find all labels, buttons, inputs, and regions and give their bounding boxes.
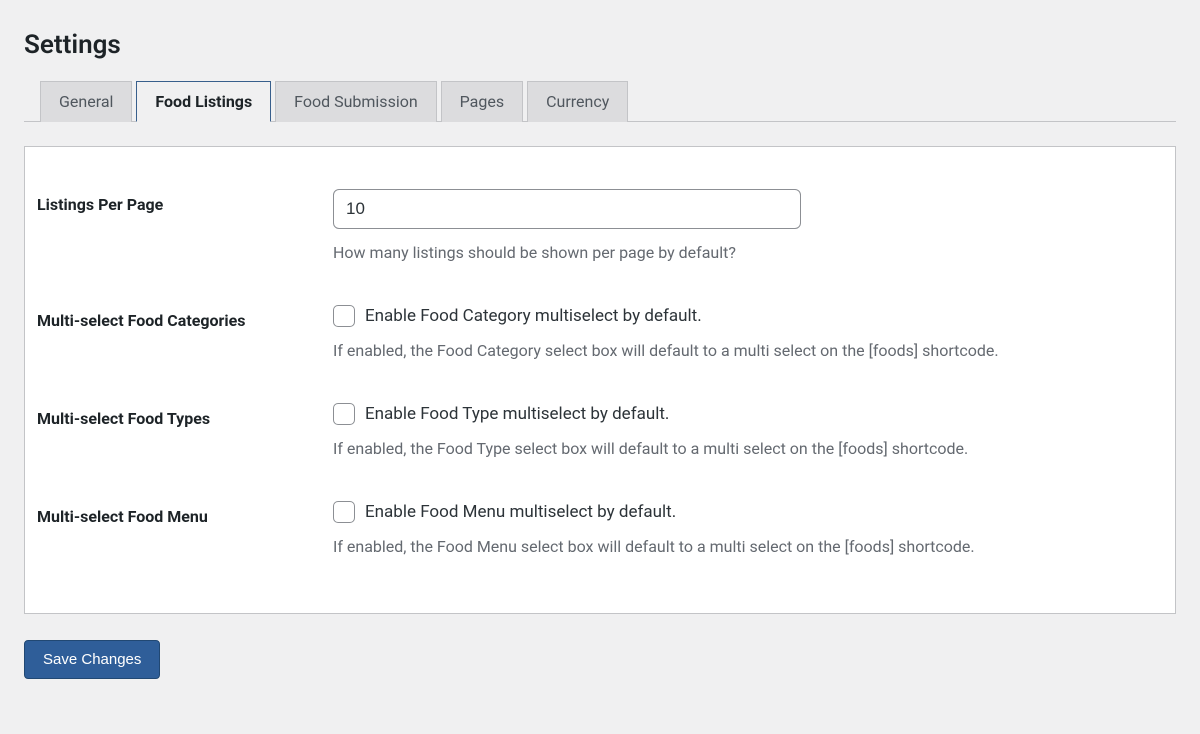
checkbox-multi-types[interactable] bbox=[333, 403, 355, 425]
checkbox-multi-menu[interactable] bbox=[333, 501, 355, 523]
tab-food-listings[interactable]: Food Listings bbox=[136, 81, 271, 122]
input-listings-per-page[interactable] bbox=[333, 189, 801, 229]
tab-currency[interactable]: Currency bbox=[527, 81, 628, 122]
row-multi-categories: Multi-select Food Categories Enable Food… bbox=[37, 285, 1163, 383]
help-multi-categories: If enabled, the Food Category select box… bbox=[333, 339, 1163, 363]
help-listings-per-page: How many listings should be shown per pa… bbox=[333, 241, 1163, 265]
help-multi-types: If enabled, the Food Type select box wil… bbox=[333, 437, 1163, 461]
save-changes-button[interactable]: Save Changes bbox=[24, 640, 160, 679]
settings-panel: Listings Per Page How many listings shou… bbox=[24, 146, 1176, 614]
tabs-nav: General Food Listings Food Submission Pa… bbox=[24, 80, 1176, 122]
checkbox-label-multi-menu: Enable Food Menu multiselect by default. bbox=[365, 502, 676, 522]
row-multi-menu: Multi-select Food Menu Enable Food Menu … bbox=[37, 481, 1163, 579]
checkbox-label-multi-categories: Enable Food Category multiselect by defa… bbox=[365, 306, 702, 326]
checkbox-multi-categories[interactable] bbox=[333, 305, 355, 327]
row-multi-types: Multi-select Food Types Enable Food Type… bbox=[37, 383, 1163, 481]
label-multi-categories: Multi-select Food Categories bbox=[37, 305, 333, 330]
row-listings-per-page: Listings Per Page How many listings shou… bbox=[37, 173, 1163, 285]
label-listings-per-page: Listings Per Page bbox=[37, 189, 333, 214]
tab-food-submission[interactable]: Food Submission bbox=[275, 81, 437, 122]
label-multi-menu: Multi-select Food Menu bbox=[37, 501, 333, 526]
help-multi-menu: If enabled, the Food Menu select box wil… bbox=[333, 535, 1163, 559]
checkbox-label-multi-types: Enable Food Type multiselect by default. bbox=[365, 404, 669, 424]
settings-page: Settings General Food Listings Food Subm… bbox=[0, 0, 1200, 679]
tab-pages[interactable]: Pages bbox=[441, 81, 523, 122]
label-multi-types: Multi-select Food Types bbox=[37, 403, 333, 428]
tab-general[interactable]: General bbox=[40, 81, 132, 122]
page-title: Settings bbox=[24, 30, 1176, 60]
